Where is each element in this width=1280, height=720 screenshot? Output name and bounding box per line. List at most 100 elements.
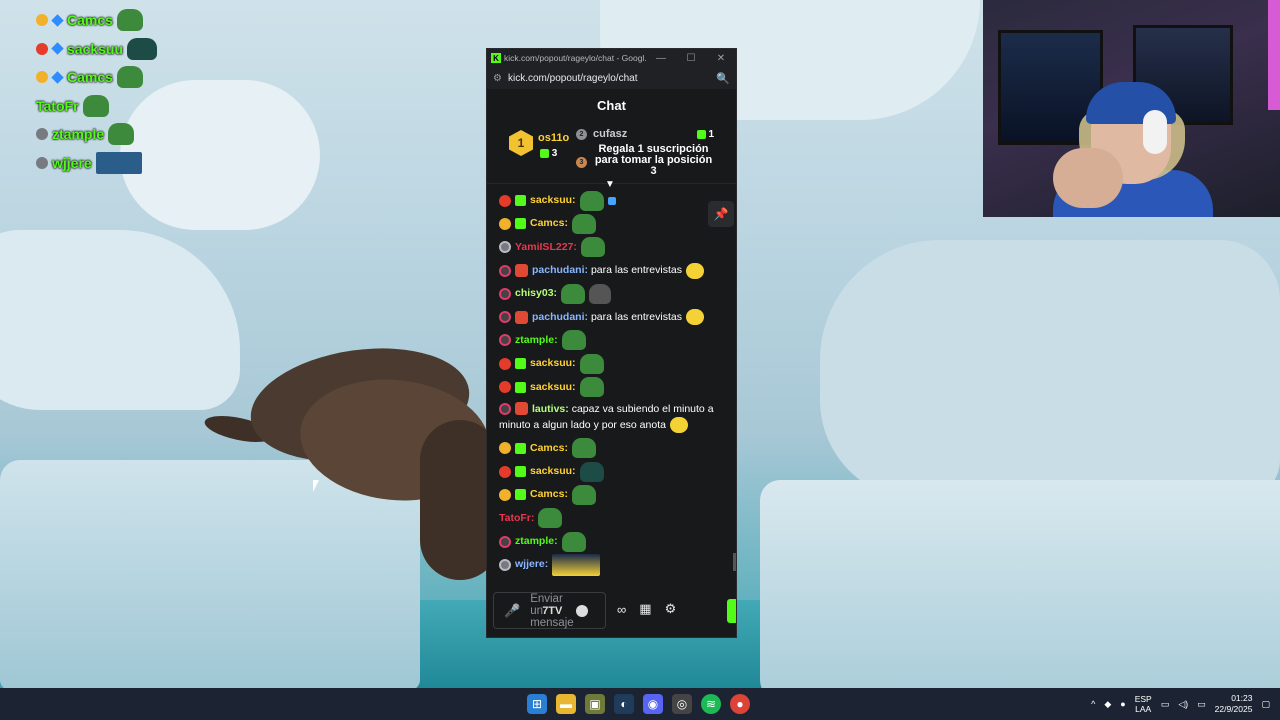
subscriber-badge-icon: [515, 195, 526, 207]
notification-icon[interactable]: ▢: [1261, 699, 1270, 710]
emote-icon: [580, 237, 605, 258]
chat-message: sacksuu:: [499, 352, 728, 375]
chat-username[interactable]: ztample: [515, 333, 554, 348]
emote-icon: [685, 309, 704, 326]
overlay-chat-row: ztample: [36, 120, 157, 149]
message-input[interactable]: 🎤 Enviar un mensaje 7TV: [493, 592, 606, 629]
obs-icon[interactable]: ◎: [672, 694, 692, 714]
chat-text: para las entrevistas: [590, 264, 682, 277]
system-tray: ^ ◆ ● ESP LAA ▭ ◁) ▭ 01:23 22/9/2025 ▢: [1091, 688, 1270, 720]
chat-username[interactable]: Camcs: [530, 487, 564, 502]
chat-username[interactable]: ztample: [515, 534, 554, 549]
language-indicator[interactable]: ESP LAA: [1135, 694, 1152, 714]
overlay-chat-row: wjjere: [36, 149, 157, 178]
subscriber-badge-icon: [515, 218, 526, 230]
chat-message: chisy03:: [499, 282, 728, 305]
chat-message: TatoFr:: [499, 507, 728, 530]
leader-2-name[interactable]: cufasz: [593, 128, 627, 140]
settings-gear-icon[interactable]: ⚙: [665, 601, 677, 617]
leader-1-name[interactable]: os11o: [538, 132, 569, 144]
chat-message-list: sacksuu: Camcs: YamiISL227: pachudani: para…: [487, 184, 736, 576]
sub-badge-icon: [51, 71, 64, 84]
network-icon[interactable]: ▭: [1161, 699, 1170, 710]
seventv-emote-icon[interactable]: 7TV: [542, 605, 562, 617]
kick-logo-icon: K: [491, 53, 501, 63]
stream-chat-overlay: Camcs sacksuu Camcs TatoFr ztample wjjere: [36, 6, 158, 178]
leader-2-count-value: 1: [708, 129, 714, 140]
emote-icon: [116, 9, 143, 32]
chat-username[interactable]: lautivs: [532, 403, 565, 415]
seventv-badge-icon: [515, 402, 528, 416]
chat-message: sacksuu:: [499, 375, 728, 398]
battery-icon[interactable]: ▭: [1197, 699, 1206, 710]
clock-date: 22/9/2025: [1214, 704, 1253, 714]
site-settings-icon[interactable]: ⚙: [493, 73, 502, 84]
colon: :: [565, 402, 569, 415]
chat-username[interactable]: chisy03: [515, 286, 554, 301]
badge-icon: [499, 194, 511, 207]
chat-username[interactable]: sacksuu: [530, 193, 572, 208]
badge-icon: [36, 14, 48, 27]
neon-light: [1268, 0, 1280, 110]
close-button[interactable]: ✕: [706, 53, 736, 64]
chat-username[interactable]: wjjere: [515, 557, 545, 572]
microphone-icon[interactable]: 🎤: [504, 603, 520, 619]
badge-icon: [499, 311, 511, 324]
chat-message: sacksuu:: [499, 189, 728, 212]
chat-username[interactable]: sacksuu: [530, 464, 572, 479]
badge-icon: [499, 402, 511, 415]
emoji-picker-icon[interactable]: [576, 604, 589, 617]
colon: :: [572, 194, 576, 207]
channel-points-icon[interactable]: ∞: [617, 602, 626, 617]
pin-icon[interactable]: 📌: [708, 201, 734, 227]
store-icon[interactable]: ▦: [639, 601, 651, 617]
chat-username[interactable]: YamiISL227: [515, 240, 573, 255]
chat-username[interactable]: pachudani: [532, 263, 585, 278]
volume-icon[interactable]: ◁): [1178, 699, 1188, 710]
spotify-icon[interactable]: ≋: [701, 694, 721, 714]
chat-username[interactable]: sacksuu: [530, 356, 572, 371]
chat-username[interactable]: Camcs: [530, 216, 564, 231]
emote-icon: [579, 190, 604, 211]
steam-icon[interactable]: ◐: [614, 694, 634, 714]
leader-1-count-value: 3: [551, 148, 558, 159]
emote-icon: [127, 37, 158, 60]
chat-username[interactable]: pachudani: [532, 310, 585, 325]
maximize-button[interactable]: ☐: [676, 53, 706, 64]
chat-message: ztample:: [499, 329, 728, 352]
address-bar[interactable]: ⚙ kick.com/popout/rageylo/chat 🔍: [487, 67, 736, 89]
minimize-button[interactable]: —: [646, 53, 676, 64]
send-button[interactable]: [727, 599, 736, 623]
badge-icon: [499, 442, 511, 455]
badge-icon: [36, 42, 48, 55]
chat-scrollbar[interactable]: [733, 553, 736, 571]
chevron-up-icon[interactable]: ^: [1091, 699, 1095, 709]
overlay-chat-row: Camcs: [36, 63, 157, 92]
zoom-icon[interactable]: 🔍: [716, 72, 730, 85]
url-text[interactable]: kick.com/popout/rageylo/chat: [508, 73, 716, 84]
security-icon[interactable]: ◆: [1104, 699, 1111, 710]
chat-username[interactable]: TatoFr: [499, 511, 531, 526]
clock[interactable]: 01:23 22/9/2025: [1215, 693, 1253, 715]
chat-username[interactable]: sacksuu: [530, 380, 572, 395]
discord-icon[interactable]: ◉: [643, 694, 663, 714]
colon: :: [554, 333, 558, 346]
seventv-badge-icon: [515, 264, 528, 278]
chat-username[interactable]: Camcs: [530, 441, 564, 456]
collapse-chevron-icon[interactable]: ▼: [605, 179, 615, 190]
chat-message: Camcs:: [499, 437, 728, 460]
emote-icon: [116, 66, 143, 89]
badge-icon: [499, 465, 511, 478]
start-windows-icon[interactable]: ⊞: [527, 694, 547, 714]
window-title: kick.com/popout/rageylo/chat - Googl...: [504, 53, 646, 63]
app-icon[interactable]: ▣: [585, 694, 605, 714]
badge-icon: [499, 217, 511, 230]
gift-icon: [696, 129, 706, 139]
chat-message: sacksuu:: [499, 460, 728, 483]
chat-toolbar: ∞ ▦ ⚙: [617, 601, 676, 617]
microphone-tray-icon[interactable]: ●: [1120, 699, 1125, 709]
window-titlebar[interactable]: K kick.com/popout/rageylo/chat - Googl..…: [487, 49, 736, 67]
chrome-icon[interactable]: ●: [730, 694, 750, 714]
chat-message: ztample:: [499, 530, 728, 553]
file-explorer-icon[interactable]: ▬: [556, 694, 576, 714]
